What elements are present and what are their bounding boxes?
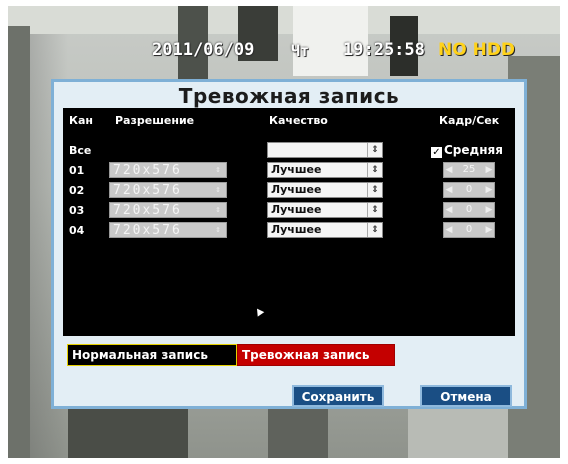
quality-value: Лучшее [271,223,322,236]
tab-alarm-record[interactable]: Тревожная запись [237,344,395,366]
resolution-value: 720x576 [113,223,182,238]
fps-average-label: Средняя [444,143,503,157]
quality-select[interactable]: Лучшее ⇕ [267,222,383,238]
checkbox-checked-icon: ✓ [431,147,442,158]
arrow-right-icon[interactable]: ▶ [485,224,493,236]
fps-stepper[interactable]: ◀ 0 ▶ [443,222,495,238]
camera-floor [408,406,508,458]
updown-spinner-icon: ⇕ [367,223,382,237]
osd-weekday: Чт [291,42,310,60]
osd-date: 2011/06/09 [152,40,255,60]
fps-average-checkbox[interactable]: ✓ Средняя [431,143,503,158]
mouse-cursor-icon [253,306,265,317]
header-resolution: Разрешение [115,114,195,127]
updown-spinner-icon: ⇕ [215,205,221,215]
arrow-right-icon[interactable]: ▶ [485,204,493,216]
resolution-select[interactable]: 720x576 ⇕ [109,162,227,178]
fps-value: 25 [462,164,476,175]
settings-panel: Кан Разрешение Качество Кадр/Сек Все ⇕ ✓… [63,108,515,336]
resolution-select[interactable]: 720x576 ⇕ [109,182,227,198]
updown-spinner-icon: ⇕ [367,163,382,177]
fps-value: 0 [465,204,473,215]
camera-floor-object [268,401,328,458]
arrow-left-icon[interactable]: ◀ [445,224,453,236]
osd-hdd-status: NO HDD [438,40,516,60]
updown-spinner-icon: ⇕ [367,183,382,197]
fps-stepper[interactable]: ◀ 25 ▶ [443,162,495,178]
row-label-all: Все [69,144,92,157]
dialog-title: Тревожная запись [178,84,400,108]
arrow-left-icon[interactable]: ◀ [445,164,453,176]
osd-time: 19:25:58 [343,40,425,60]
quality-value: Лучшее [271,183,322,196]
row-label-channel: 02 [69,184,85,197]
quality-select[interactable]: Лучшее ⇕ [267,202,383,218]
camera-left-wall [8,26,30,458]
alarm-record-dialog: Тревожная запись Кан Разрешение Качество… [51,79,527,409]
fps-stepper[interactable]: ◀ 0 ▶ [443,202,495,218]
row-label-channel: 03 [69,204,85,217]
updown-spinner-icon: ⇕ [367,203,382,217]
quality-select[interactable]: Лучшее ⇕ [267,162,383,178]
save-button[interactable]: Сохранить [292,385,384,407]
arrow-right-icon[interactable]: ▶ [485,184,493,196]
fps-stepper[interactable]: ◀ 0 ▶ [443,182,495,198]
header-quality: Качество [269,114,328,127]
arrow-right-icon[interactable]: ▶ [485,164,493,176]
updown-spinner-icon: ⇕ [215,185,221,195]
updown-spinner-icon: ⇕ [215,225,221,235]
camera-floor-object [68,406,188,458]
cancel-button[interactable]: Отмена [420,385,512,407]
fps-value: 0 [465,184,473,195]
resolution-value: 720x576 [113,203,182,218]
fps-value: 0 [465,224,473,235]
header-channel: Кан [69,114,94,127]
tab-normal-record[interactable]: Нормальная запись [67,344,237,366]
camera-ceiling [8,6,560,34]
resolution-select[interactable]: 720x576 ⇕ [109,222,227,238]
quality-select[interactable]: Лучшее ⇕ [267,182,383,198]
quality-value: Лучшее [271,203,322,216]
row-label-channel: 01 [69,164,85,177]
resolution-select[interactable]: 720x576 ⇕ [109,202,227,218]
updown-spinner-icon: ⇕ [215,165,221,175]
updown-spinner-icon: ⇕ [367,143,382,157]
arrow-left-icon[interactable]: ◀ [445,204,453,216]
quality-value: Лучшее [271,163,322,176]
row-label-channel: 04 [69,224,85,237]
arrow-left-icon[interactable]: ◀ [445,184,453,196]
header-fps: Кадр/Сек [439,114,500,127]
resolution-value: 720x576 [113,163,182,178]
quality-select-all[interactable]: ⇕ [267,142,383,158]
resolution-value: 720x576 [113,183,182,198]
